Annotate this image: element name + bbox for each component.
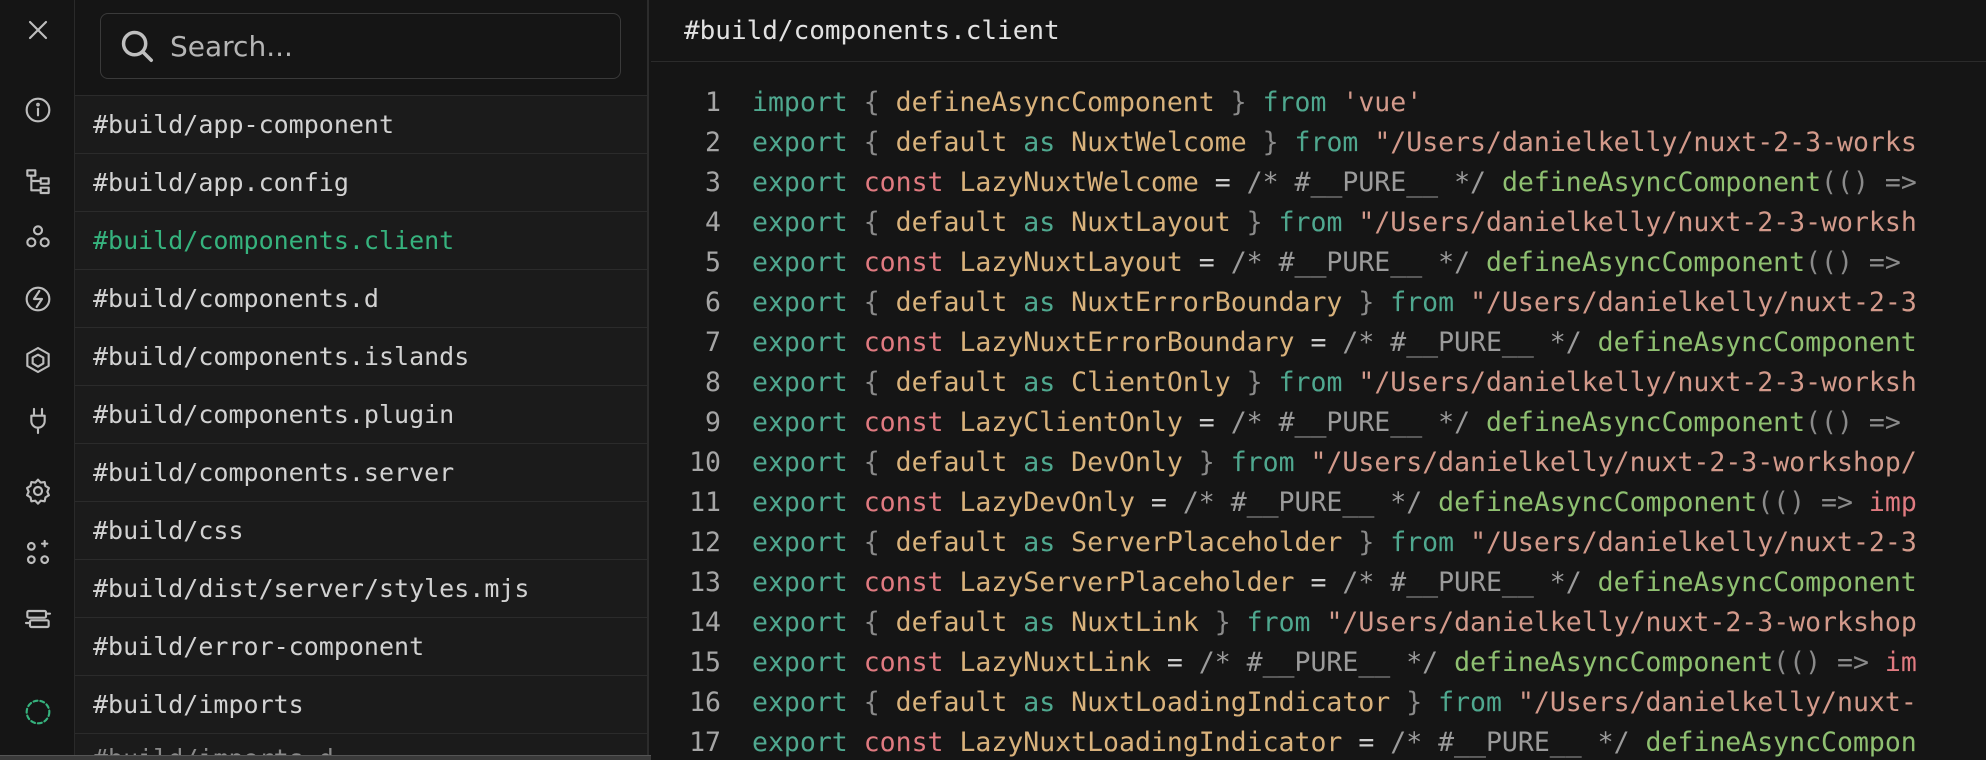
- code-title: #build/components.client: [651, 0, 1986, 62]
- code-line: 2 export { default as NuxtWelcome } from …: [651, 122, 1986, 162]
- code-text: export const LazyClientOnly = /* #__PURE…: [752, 406, 1901, 438]
- line-number: 9: [705, 406, 721, 438]
- nodes-icon: [26, 539, 49, 565]
- code-text: export const LazyDevOnly = /* #__PURE__ …: [752, 486, 1917, 518]
- code-line: 13 export const LazyServerPlaceholder = /…: [651, 562, 1986, 602]
- code-viewer: #build/components.client 1 import { defin…: [651, 0, 1986, 760]
- line-number: 5: [705, 246, 721, 278]
- code-block: 1 import { defineAsyncComponent } from 'v…: [651, 82, 1986, 760]
- line-number: 11: [689, 486, 721, 518]
- code-line: 10 export { default as DevOnly } from "/U…: [651, 442, 1986, 482]
- code-line: 15 export const LazyNuxtLink = /* #__PURE…: [651, 642, 1986, 682]
- file-list-item[interactable]: #build/components.server: [75, 443, 647, 501]
- search-input[interactable]: [170, 29, 590, 63]
- file-list-item[interactable]: #build/components.plugin: [75, 385, 647, 443]
- search-box[interactable]: [100, 13, 621, 79]
- line-number: 8: [705, 366, 721, 398]
- line-number: 16: [689, 686, 721, 718]
- line-number: 10: [689, 446, 721, 478]
- info-icon: [25, 97, 50, 123]
- line-number: 15: [689, 646, 721, 678]
- file-list-item[interactable]: #build/app-component: [75, 95, 647, 153]
- horizontal-scrollbar[interactable]: [0, 755, 655, 760]
- server-button[interactable]: [0, 594, 75, 644]
- modules-icon: [25, 346, 50, 374]
- code-line: 4 export { default as NuxtLayout } from "…: [651, 202, 1986, 242]
- file-list-panel: #build/app-component#build/app.config#bu…: [75, 0, 649, 760]
- tree-button[interactable]: [0, 156, 75, 206]
- code-text: export { default as NuxtErrorBoundary } …: [752, 286, 1917, 318]
- imports-button[interactable]: [0, 274, 75, 324]
- code-line: 14 export { default as NuxtLink } from "/…: [651, 602, 1986, 642]
- code-text: export const LazyNuxtLoadingIndicator = …: [752, 726, 1917, 758]
- line-number: 3: [705, 166, 721, 198]
- code-line: 12 export { default as ServerPlaceholder …: [651, 522, 1986, 562]
- code-line: 3 export const LazyNuxtWelcome = /* #__PU…: [651, 162, 1986, 202]
- code-text: export { default as DevOnly } from "/Use…: [752, 446, 1917, 478]
- line-number: 17: [689, 726, 721, 758]
- line-number: 4: [705, 206, 721, 238]
- file-list-item[interactable]: #build/components.islands: [75, 327, 647, 385]
- code-line: 5 export const LazyNuxtLayout = /* #__PUR…: [651, 242, 1986, 282]
- code-text: export const LazyNuxtLayout = /* #__PURE…: [752, 246, 1901, 278]
- code-line: 8 export { default as ClientOnly } from "…: [651, 362, 1986, 402]
- code-line: 11 export const LazyDevOnly = /* #__PURE_…: [651, 482, 1986, 522]
- line-number: 6: [705, 286, 721, 318]
- code-line: 7 export const LazyNuxtErrorBoundary = /*…: [651, 322, 1986, 362]
- code-line: 17 export const LazyNuxtLoadingIndicator …: [651, 722, 1986, 760]
- icon-rail: [0, 0, 75, 760]
- code-line: 6 export { default as NuxtErrorBoundary }…: [651, 282, 1986, 322]
- code-line: 16 export { default as NuxtLoadingIndicat…: [651, 682, 1986, 722]
- code-text: export { default as NuxtLoadingIndicator…: [752, 686, 1917, 718]
- code-text: import { defineAsyncComponent } from 'vu…: [752, 86, 1423, 118]
- file-list-item[interactable]: #build/components.client: [75, 211, 647, 269]
- code-text: export const LazyNuxtWelcome = /* #__PUR…: [752, 166, 1917, 198]
- line-number: 14: [689, 606, 721, 638]
- info-button[interactable]: [0, 85, 75, 135]
- file-list-item[interactable]: #build/app.config: [75, 153, 647, 211]
- code-text: export const LazyNuxtErrorBoundary = /* …: [752, 326, 1917, 358]
- plug-icon: [29, 407, 46, 435]
- nodes-button[interactable]: [0, 528, 75, 578]
- search-icon: [121, 30, 153, 62]
- code-text: export { default as NuxtLink } from "/Us…: [752, 606, 1917, 638]
- imports-icon: [25, 286, 50, 312]
- line-number: 2: [705, 126, 721, 158]
- line-number: 1: [705, 86, 721, 118]
- plug-button[interactable]: [0, 396, 75, 446]
- tree-icon: [25, 169, 50, 195]
- code-text: export const LazyServerPlaceholder = /* …: [752, 566, 1917, 598]
- close-icon: [28, 20, 47, 40]
- line-number: 13: [689, 566, 721, 598]
- code-text: export { default as ClientOnly } from "/…: [752, 366, 1917, 398]
- file-list-item[interactable]: #build/imports: [75, 675, 647, 733]
- code-text: export { default as NuxtWelcome } from "…: [752, 126, 1917, 158]
- line-number: 12: [689, 526, 721, 558]
- code-line: 1 import { defineAsyncComponent } from 'v…: [651, 82, 1986, 122]
- code-text: export const LazyNuxtLink = /* #__PURE__…: [752, 646, 1917, 678]
- file-list-item[interactable]: #build/error-component: [75, 617, 647, 675]
- virtual-files-icon: [25, 699, 50, 725]
- gear-button[interactable]: [0, 466, 75, 516]
- code-text: export { default as NuxtLayout } from "/…: [752, 206, 1917, 238]
- file-list-item[interactable]: #build/css: [75, 501, 647, 559]
- line-number: 7: [705, 326, 721, 358]
- file-list-item[interactable]: #build/components.d: [75, 269, 647, 327]
- components-button[interactable]: [0, 212, 75, 262]
- close-button[interactable]: [0, 5, 75, 55]
- gear-icon: [25, 478, 50, 505]
- virtual-files-button[interactable]: [0, 687, 75, 737]
- code-text: export { default as ServerPlaceholder } …: [752, 526, 1917, 558]
- modules-button[interactable]: [0, 335, 75, 385]
- file-list-item[interactable]: #build/dist/server/styles.mjs: [75, 559, 647, 617]
- server-icon: [24, 609, 51, 629]
- file-list: #build/app-component #build/app.config #bu…: [75, 95, 647, 760]
- components-icon: [25, 225, 50, 248]
- code-line: 9 export const LazyClientOnly = /* #__PUR…: [651, 402, 1986, 442]
